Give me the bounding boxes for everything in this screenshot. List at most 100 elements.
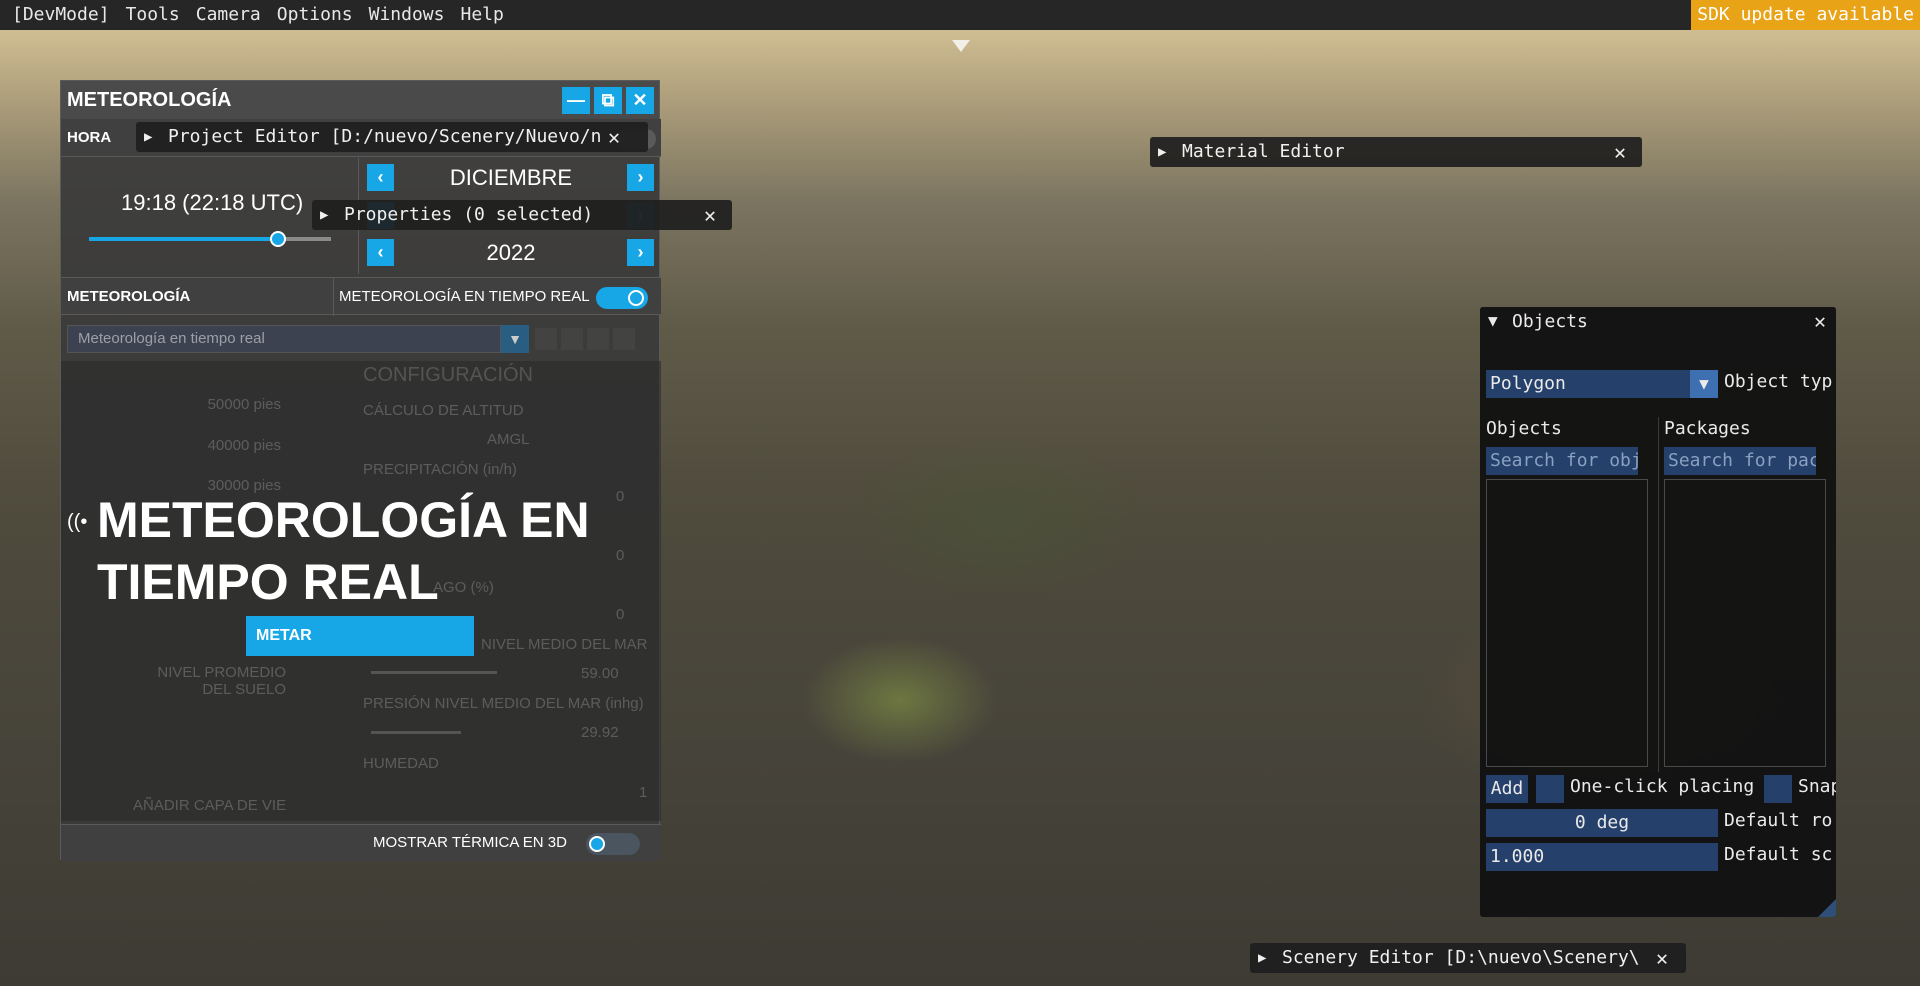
- close-icon[interactable]: ✕: [1814, 309, 1826, 333]
- material-editor-title: Material Editor: [1182, 141, 1345, 162]
- precipitation-label: PRECIPITACIÓN (in/h): [363, 461, 517, 478]
- add-button[interactable]: Add: [1486, 775, 1528, 803]
- divider: [333, 278, 334, 316]
- slider-track: [371, 731, 461, 734]
- minimize-icon[interactable]: —: [562, 87, 590, 114]
- sea-level-label: NIVEL MEDIO DEL MAR: [481, 636, 648, 653]
- objects-title: Objects: [1512, 311, 1588, 332]
- one-click-label: One-click placing: [1570, 776, 1755, 797]
- scenery-editor-header[interactable]: ▶ Scenery Editor [D:\nuevo\Scenery\ ✕: [1250, 943, 1686, 973]
- triangle-down-icon[interactable]: ▼: [1690, 370, 1718, 398]
- weather-preset-select[interactable]: Meteorología en tiempo real: [67, 325, 501, 353]
- menu-tools[interactable]: Tools: [118, 0, 188, 30]
- live-weather-title: METEOROLOGÍA EN TIEMPO REAL: [97, 492, 590, 610]
- altitude-calc-label: CÁLCULO DE ALTITUD: [363, 402, 524, 419]
- close-icon[interactable]: ✕: [608, 122, 620, 152]
- config-title: CONFIGURACIÓN: [363, 364, 533, 386]
- thermal-label: MOSTRAR TÉRMICA EN 3D: [373, 834, 567, 851]
- ground-level-label: NIVEL PROMEDIO DEL SUELO: [157, 664, 286, 698]
- objects-list[interactable]: [1486, 479, 1648, 767]
- one-click-checkbox[interactable]: [1536, 775, 1564, 803]
- month-value: DICIEMBRE: [449, 165, 573, 190]
- object-type-select[interactable]: Polygon: [1486, 370, 1690, 398]
- live-weather-label: METEOROLOGÍA EN TIEMPO REAL: [339, 288, 590, 305]
- thermal-toggle[interactable]: [586, 833, 640, 855]
- chevron-left-icon[interactable]: ‹: [367, 239, 394, 266]
- chevron-left-icon[interactable]: ‹: [367, 164, 394, 191]
- menu-help[interactable]: Help: [452, 0, 511, 30]
- slider-track: [371, 671, 497, 674]
- menu-windows[interactable]: Windows: [361, 0, 453, 30]
- broadcast-icon: ((•: [67, 511, 88, 533]
- time-slider-fill: [89, 237, 278, 241]
- popout-icon[interactable]: ⧉: [594, 87, 622, 114]
- weather-panel: METEOROLOGÍA — ⧉ ✕ HORA 19:18 (22:18 UTC…: [60, 80, 661, 861]
- pressure-label: PRESIÓN NIVEL MEDIO DEL MAR (inhg): [363, 695, 644, 712]
- thermal-row: MOSTRAR TÉRMICA EN 3D: [61, 824, 661, 861]
- metar-button[interactable]: METAR: [246, 616, 474, 656]
- toolbar-pull-tab[interactable]: [952, 40, 970, 52]
- menu-options[interactable]: Options: [269, 0, 361, 30]
- snap-label: Snap: [1798, 776, 1836, 797]
- menu-bar: [DevMode] Tools Camera Options Windows H…: [0, 0, 1920, 30]
- rotation-label: Default ro: [1724, 810, 1833, 831]
- packages-list-label: Packages: [1664, 418, 1751, 439]
- sea-level-value: 59.00: [581, 665, 619, 682]
- rotation-input[interactable]: 0 deg: [1486, 809, 1718, 837]
- time-value: 19:18 (22:18 UTC): [121, 190, 304, 215]
- humidity-label: HUMEDAD: [363, 755, 439, 772]
- add-layer-button: AÑADIR CAPA DE VIE: [133, 797, 287, 814]
- chevron-down-icon[interactable]: ▼: [501, 325, 529, 353]
- menu-camera[interactable]: Camera: [188, 0, 269, 30]
- properties-title: Properties (0 selected): [344, 204, 594, 225]
- time-slider-handle[interactable]: [269, 231, 286, 247]
- altitude-mode-value: AMGL: [487, 431, 530, 448]
- save-icon: [535, 328, 557, 350]
- delete-icon: [613, 328, 635, 350]
- properties-header[interactable]: ▶ Properties (0 selected) ✕: [312, 200, 732, 230]
- settings-icon: [587, 328, 609, 350]
- project-editor-title: Project Editor [D:/nuevo/Scenery/Nuevo/n: [168, 126, 602, 147]
- objects-list-label: Objects: [1486, 418, 1562, 439]
- object-type-label: Object typ: [1724, 371, 1833, 392]
- scenery-editor-title: Scenery Editor [D:\nuevo\Scenery\: [1282, 947, 1640, 968]
- divider: [1658, 417, 1659, 772]
- objects-titlebar[interactable]: ▼ Objects ✕: [1480, 307, 1836, 337]
- material-editor-header[interactable]: ▶ Material Editor ✕: [1150, 137, 1642, 167]
- triangle-right-icon: ▶: [1158, 144, 1167, 160]
- triangle-down-icon: ▼: [1488, 311, 1498, 330]
- year-row: ‹ 2022 ›: [361, 234, 661, 270]
- close-icon[interactable]: ✕: [626, 87, 654, 114]
- weather-section-label: METEOROLOGÍA: [67, 288, 191, 305]
- scale-label: Default sc: [1724, 844, 1833, 865]
- search-packages-input[interactable]: Search for pac: [1664, 447, 1816, 475]
- humidity-value: 1: [639, 784, 648, 801]
- scale-input[interactable]: 1.000: [1486, 843, 1718, 871]
- triangle-right-icon: ▶: [144, 129, 153, 145]
- pressure-value: 29.92: [581, 724, 619, 741]
- live-weather-toggle[interactable]: [596, 287, 648, 309]
- month-row: ‹ DICIEMBRE ›: [361, 159, 661, 195]
- chevron-right-icon[interactable]: ›: [627, 164, 654, 191]
- weather-title: METEOROLOGÍA: [67, 88, 232, 111]
- packages-list[interactable]: [1664, 479, 1826, 767]
- close-icon[interactable]: ✕: [1614, 137, 1626, 167]
- year-value: 2022: [486, 240, 536, 265]
- layer-label: 50000 pies: [207, 396, 281, 413]
- chevron-right-icon[interactable]: ›: [627, 239, 654, 266]
- snap-checkbox[interactable]: [1764, 775, 1792, 803]
- search-objects-input[interactable]: Search for obj: [1486, 447, 1638, 475]
- layer-label: 40000 pies: [207, 437, 281, 454]
- resize-grip[interactable]: [1818, 899, 1836, 917]
- triangle-right-icon: ▶: [320, 207, 329, 223]
- copy-icon: [561, 328, 583, 350]
- triangle-right-icon: ▶: [1258, 950, 1267, 966]
- menu-devmode[interactable]: [DevMode]: [0, 0, 118, 30]
- sdk-update-notice[interactable]: SDK update available: [1691, 0, 1920, 30]
- weather-titlebar[interactable]: METEOROLOGÍA — ⧉ ✕: [61, 81, 659, 119]
- close-icon[interactable]: ✕: [1656, 943, 1668, 973]
- weather-mode-row: METEOROLOGÍA METEOROLOGÍA EN TIEMPO REAL: [61, 277, 661, 316]
- project-editor-header[interactable]: ▶ Project Editor [D:/nuevo/Scenery/Nuevo…: [136, 122, 648, 152]
- time-label: HORA: [67, 129, 112, 146]
- close-icon[interactable]: ✕: [704, 200, 716, 230]
